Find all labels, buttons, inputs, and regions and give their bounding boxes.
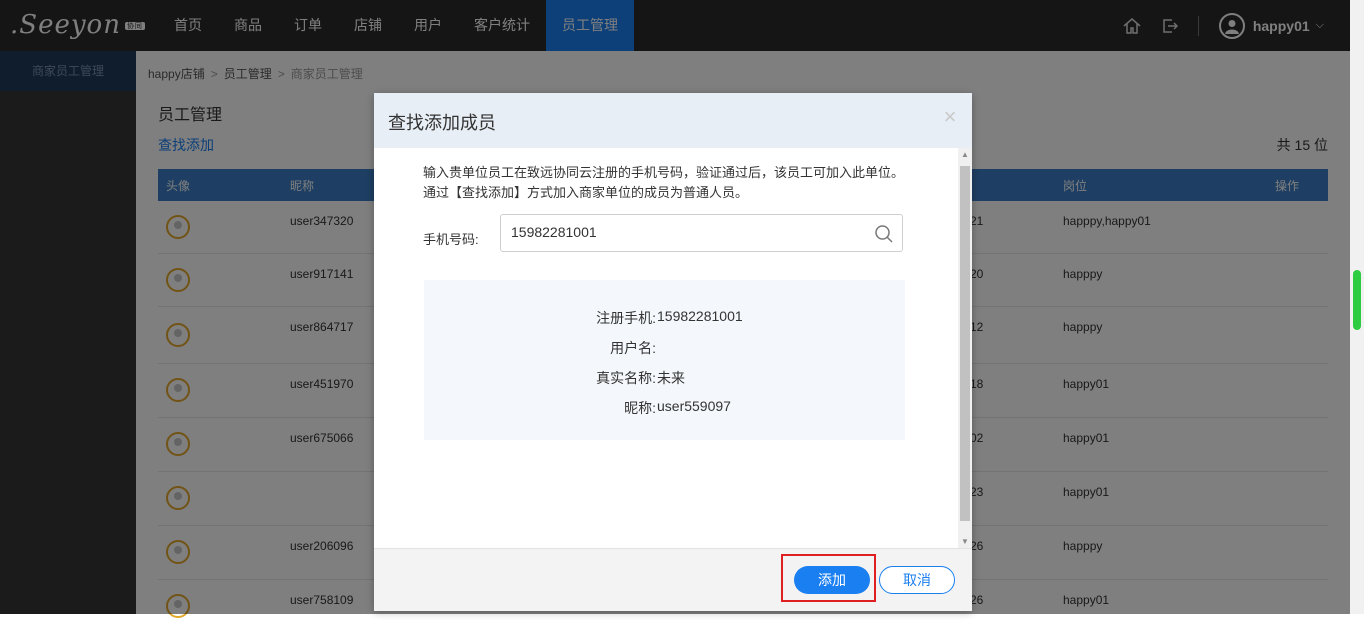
dialog-footer: 添加 取消 [374, 548, 972, 611]
search-result-panel: 注册手机: 15982281001 用户名: 真实名称: 未来 昵称: user559… [424, 280, 905, 440]
result-row-phone: 注册手机: 15982281001 [596, 308, 743, 326]
scroll-up-arrow-icon[interactable]: ▲ [961, 150, 969, 159]
dialog-header: 查找添加成员 × [374, 93, 972, 148]
result-row-nickname: 昵称: user559097 [624, 398, 731, 416]
scroll-down-arrow-icon[interactable]: ▼ [961, 537, 969, 546]
dialog-scrollbar[interactable]: ▲ ▼ [958, 148, 972, 548]
phone-label: 手机号码: [423, 232, 479, 247]
dialog-title: 查找添加成员 [388, 113, 496, 133]
dialog-instructions: 输入贵单位员工在致远协同云注册的手机号码，验证通过后，该员工可加入此单位。 通过… [423, 165, 905, 200]
page-scrollbar[interactable] [1350, 0, 1364, 614]
result-row-username: 用户名: [610, 340, 656, 356]
page-scrollbar-thumb[interactable] [1353, 270, 1361, 330]
dialog-body: 输入贵单位员工在致远协同云注册的手机号码，验证通过后，该员工可加入此单位。 通过… [374, 148, 972, 548]
phone-input[interactable] [511, 224, 871, 240]
phone-input-box[interactable] [500, 214, 903, 252]
dialog-scrollbar-thumb[interactable] [960, 166, 970, 521]
search-icon[interactable] [874, 224, 894, 247]
result-row-realname: 真实名称: 未来 [596, 370, 685, 386]
cancel-button[interactable]: 取消 [879, 566, 955, 594]
find-add-member-dialog: 查找添加成员 × 输入贵单位员工在致远协同云注册的手机号码，验证通过后，该员工可… [374, 93, 972, 611]
close-icon[interactable]: × [940, 106, 960, 128]
add-button[interactable]: 添加 [794, 566, 870, 594]
